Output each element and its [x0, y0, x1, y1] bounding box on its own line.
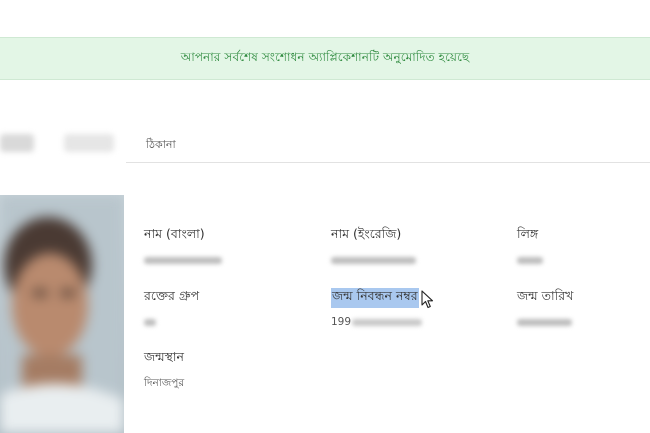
- tab-bar: ঠিকানা: [126, 130, 650, 163]
- field-gender: লিঙ্গ: [517, 223, 543, 268]
- gender-value: [517, 257, 543, 264]
- tab-address[interactable]: ঠিকানা: [146, 136, 176, 155]
- field-name-bangla: নাম (বাংলা): [144, 223, 222, 268]
- profile-photo: [0, 195, 124, 433]
- tab-blurred-2[interactable]: [64, 134, 114, 152]
- approval-message: আপনার সর্বশেষ সংশোধন অ্যাপ্লিকেশানটি অনু…: [180, 49, 470, 64]
- field-birth-place: জন্মস্থান দিনাজপুর: [144, 346, 184, 393]
- field-birth-date: জন্ম তারিখ: [517, 285, 573, 330]
- name-bangla-value: [144, 257, 222, 264]
- blood-group-label: রক্তের গ্রুপ: [144, 288, 200, 303]
- name-bangla-label: নাম (বাংলা): [144, 226, 205, 241]
- name-english-value: [331, 257, 416, 264]
- birth-reg-no-value: 199: [331, 316, 423, 328]
- birth-place-label: জন্মস্থান: [144, 349, 185, 364]
- mouse-pointer-icon: [421, 290, 434, 309]
- field-name-english: নাম (ইংরেজি): [331, 223, 416, 268]
- name-english-label: নাম (ইংরেজি): [331, 226, 402, 241]
- field-birth-reg-no: জন্ম নিবন্ধন নম্বর 199: [331, 285, 423, 328]
- birth-reg-no-prefix: 199: [331, 316, 352, 328]
- blood-group-value: [144, 319, 156, 326]
- tab-blurred-1[interactable]: [0, 134, 34, 152]
- birth-date-label: জন্ম তারিখ: [517, 288, 574, 303]
- field-blood-group: রক্তের গ্রুপ: [144, 285, 199, 330]
- birth-date-value: [517, 319, 572, 326]
- approval-banner: আপনার সর্বশেষ সংশোধন অ্যাপ্লিকেশানটি অনু…: [0, 37, 650, 80]
- birth-reg-no-label: জন্ম নিবন্ধন নম্বর: [331, 288, 419, 308]
- profile-page: আপনার সর্বশেষ সংশোধন অ্যাপ্লিকেশানটি অনু…: [0, 0, 650, 433]
- birth-reg-no-blurred: [352, 318, 423, 326]
- gender-label: লিঙ্গ: [517, 226, 539, 241]
- birth-place-value: দিনাজপুর: [144, 377, 185, 389]
